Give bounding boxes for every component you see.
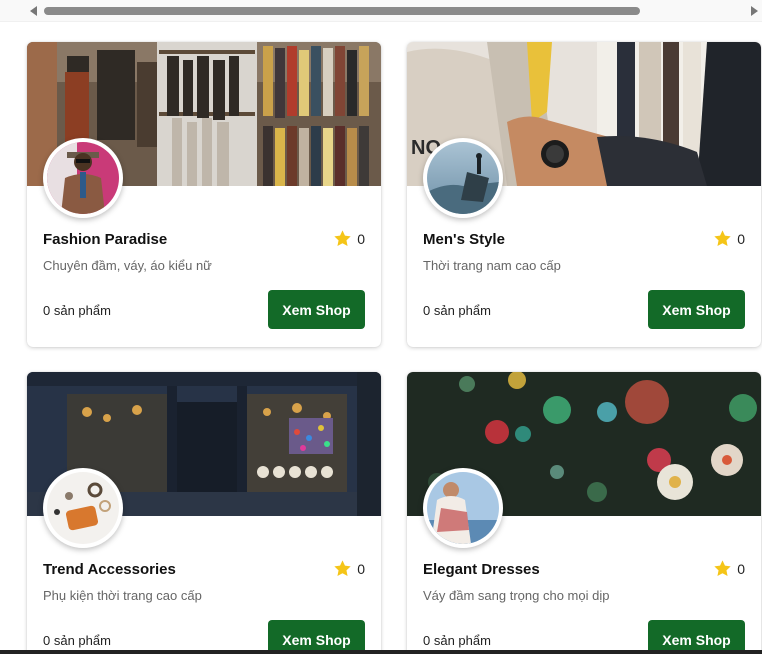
bottom-edge — [0, 650, 762, 654]
shop-name: Elegant Dresses — [423, 561, 540, 578]
shop-avatar — [43, 468, 123, 548]
rating-value: 0 — [737, 560, 745, 577]
shop-name: Men's Style — [423, 231, 505, 248]
star-icon — [714, 230, 731, 247]
shop-rating: 0 — [713, 229, 745, 248]
rating-value: 0 — [357, 230, 365, 247]
shop-card[interactable]: Elegant Dresses 0 Váy đầm sang trọng cho… — [407, 372, 761, 654]
view-shop-button[interactable]: Xem Shop — [268, 620, 365, 654]
product-count: 0 sản phẩm — [423, 303, 491, 318]
shop-description: Thời trang nam cao cấp — [423, 258, 561, 273]
shop-card[interactable]: NO Men's Style 0 Thời trang nam cao cấp … — [407, 42, 761, 347]
rating-value: 0 — [737, 230, 745, 247]
product-count: 0 sản phẩm — [43, 303, 111, 318]
shop-avatar — [423, 468, 503, 548]
shop-rating: 0 — [333, 229, 365, 248]
shop-rating: 0 — [333, 559, 365, 578]
view-shop-button[interactable]: Xem Shop — [648, 620, 745, 654]
shop-name: Trend Accessories — [43, 561, 176, 578]
shop-rating: 0 — [713, 559, 745, 578]
shop-avatar — [43, 138, 123, 218]
view-shop-button[interactable]: Xem Shop — [648, 290, 745, 329]
rating-value: 0 — [357, 560, 365, 577]
shop-description: Chuyên đầm, váy, áo kiểu nữ — [43, 258, 212, 273]
shop-list-page: Fashion Paradise 0 Chuyên đầm, váy, áo k… — [0, 0, 762, 654]
shop-grid: Fashion Paradise 0 Chuyên đầm, váy, áo k… — [0, 0, 762, 654]
view-shop-button[interactable]: Xem Shop — [268, 290, 365, 329]
shop-card[interactable]: Trend Accessories 0 Phụ kiện thời trang … — [27, 372, 381, 654]
shop-card[interactable]: Fashion Paradise 0 Chuyên đầm, váy, áo k… — [27, 42, 381, 347]
product-count: 0 sản phẩm — [423, 633, 491, 648]
shop-description: Váy đầm sang trọng cho mọi dịp — [423, 588, 610, 603]
star-icon — [334, 560, 351, 577]
shop-avatar — [423, 138, 503, 218]
star-icon — [334, 230, 351, 247]
shop-name: Fashion Paradise — [43, 231, 168, 248]
star-icon — [714, 560, 731, 577]
shop-description: Phụ kiện thời trang cao cấp — [43, 588, 202, 603]
product-count: 0 sản phẩm — [43, 633, 111, 648]
